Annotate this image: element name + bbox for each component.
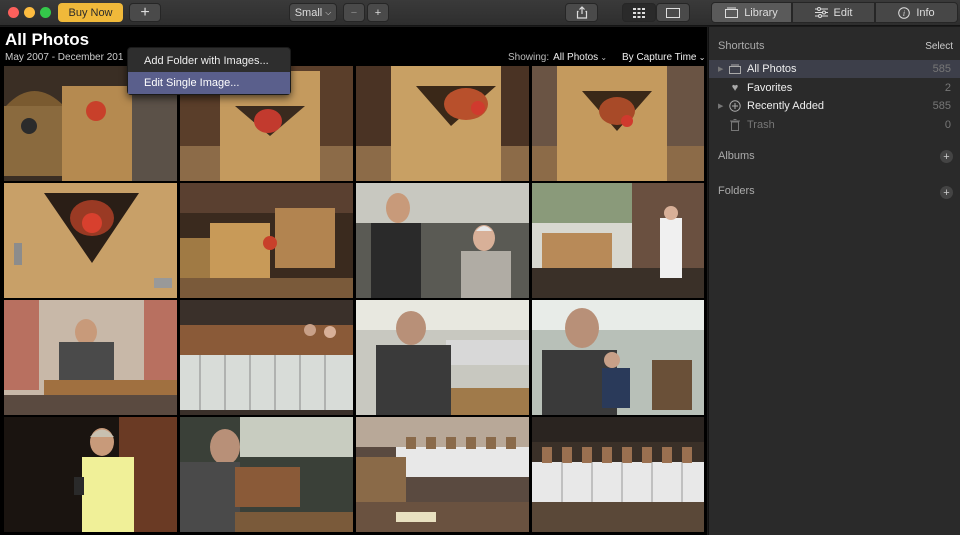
zoom-window-button[interactable] <box>40 7 51 18</box>
tab-info-label: Info <box>916 6 935 19</box>
thumbnail-size-select[interactable]: Small ⌵ <box>289 3 337 22</box>
photos-icon <box>729 63 741 75</box>
share-icon <box>576 6 587 19</box>
photo-thumbnail[interactable] <box>356 183 529 298</box>
photo-thumbnail[interactable] <box>532 300 704 415</box>
menu-item-edit-single-image[interactable]: Edit Single Image... <box>128 72 290 94</box>
photo-man-writing-icon <box>180 417 353 532</box>
add-menu: Add Folder with Images... Edit Single Im… <box>127 47 291 95</box>
add-album-button[interactable]: + <box>940 150 953 163</box>
photo-boxes-row-icon <box>356 417 529 532</box>
photo-thumbnail[interactable] <box>356 66 529 181</box>
zoom-in-button[interactable]: + <box>367 3 389 22</box>
photo-hall-icon <box>532 183 704 298</box>
photo-thumbnail[interactable] <box>356 417 529 532</box>
photo-man-writing-icon <box>356 300 529 415</box>
tab-info[interactable]: i Info <box>875 2 958 23</box>
photo-man-writing-icon <box>532 300 704 415</box>
item-count: 0 <box>944 119 951 131</box>
showing-value: All Photos <box>553 52 599 63</box>
photo-thumbnail[interactable] <box>356 300 529 415</box>
thumbnail-grid <box>4 66 706 532</box>
photo-thumbnail[interactable] <box>180 417 353 532</box>
close-window-button[interactable] <box>8 7 19 18</box>
add-button[interactable]: + <box>129 3 161 22</box>
minimize-window-button[interactable] <box>24 7 35 18</box>
single-view-button[interactable] <box>656 3 690 22</box>
showing-filter[interactable]: Showing: All Photos ⌄ <box>508 52 607 63</box>
photo-thumbnail[interactable] <box>4 183 177 298</box>
chevron-down-icon: ⌵ <box>325 7 332 17</box>
library-icon <box>725 7 739 18</box>
item-count: 585 <box>932 63 951 75</box>
item-count: 2 <box>944 82 951 94</box>
photo-grid-area: All Photos May 2007 - December 201 Showi… <box>0 27 707 535</box>
sidebar-item-all-photos[interactable]: ▶ All Photos 585 <box>709 60 960 78</box>
sidebar-item-label: Recently Added <box>747 100 825 112</box>
photo-thumbnail[interactable] <box>4 300 177 415</box>
heart-icon: ♥ <box>731 82 739 94</box>
sidebar-item-favorites[interactable]: ♥ Favorites 2 <box>709 79 960 97</box>
photo-shelves-icon <box>180 300 353 415</box>
photo-thumbnail[interactable] <box>180 183 353 298</box>
sidebar-item-recently-added[interactable]: ▶ Recently Added 585 <box>709 97 960 115</box>
trash-icon <box>729 119 741 131</box>
chevron-down-icon: ⌄ <box>696 53 706 62</box>
sliders-icon <box>814 7 828 18</box>
disclosure-arrow-icon[interactable]: ▶ <box>718 65 723 73</box>
photo-rooster-box-icon <box>356 66 529 181</box>
plus-circle-icon <box>729 100 741 112</box>
photo-crates-icon <box>180 183 353 298</box>
photo-man-seated-icon <box>4 300 177 415</box>
disclosure-arrow-icon[interactable]: ▶ <box>718 102 723 110</box>
info-icon: i <box>898 6 911 19</box>
photo-thumbnail[interactable] <box>532 66 704 181</box>
svg-text:i: i <box>903 9 905 18</box>
tab-library[interactable]: Library <box>711 2 792 23</box>
thumbnail-size-label: Small <box>294 6 323 19</box>
photo-thumbnail[interactable] <box>532 183 704 298</box>
folders-heading: Folders <box>718 185 755 197</box>
sidebar-item-label: Trash <box>747 119 775 131</box>
sidebar-item-label: All Photos <box>747 63 797 75</box>
chevron-down-icon: ⌄ <box>598 53 608 62</box>
photo-woman-phone-icon <box>4 417 177 532</box>
sort-label: By Capture Time <box>622 52 697 63</box>
tab-library-label: Library <box>744 6 778 19</box>
toolbar: Buy Now + Small ⌵ − + Library Edit i Inf… <box>0 0 960 26</box>
plus-icon: + <box>943 150 950 163</box>
share-button[interactable] <box>565 3 598 22</box>
shortcuts-heading: Shortcuts <box>718 40 765 52</box>
grid-icon <box>633 7 645 18</box>
plus-icon: + <box>943 186 950 199</box>
sidebar-item-trash[interactable]: Trash 0 <box>709 116 960 134</box>
photo-thumbnail[interactable] <box>4 417 177 532</box>
buy-now-button[interactable]: Buy Now <box>58 3 123 22</box>
page-title: All Photos <box>5 30 90 49</box>
albums-heading: Albums <box>718 150 755 162</box>
date-range: May 2007 - December 201 <box>5 52 124 63</box>
item-count: 585 <box>932 100 951 112</box>
tab-edit[interactable]: Edit <box>792 2 875 23</box>
zoom-out-button[interactable]: − <box>343 3 365 22</box>
photo-men-talking-icon <box>356 183 529 298</box>
showing-label: Showing: <box>508 52 550 63</box>
grid-view-button[interactable] <box>622 3 656 22</box>
photo-rooster-box-icon <box>532 66 704 181</box>
photo-thumbnail[interactable] <box>180 300 353 415</box>
single-image-icon <box>666 7 680 18</box>
tab-edit-label: Edit <box>833 6 853 19</box>
sidebar: Shortcuts Select ▶ All Photos 585 ♥ Favo… <box>708 27 960 535</box>
add-folder-button[interactable]: + <box>940 186 953 199</box>
sidebar-item-label: Favorites <box>747 82 793 94</box>
select-link[interactable]: Select <box>925 41 953 52</box>
menu-item-add-folder[interactable]: Add Folder with Images... <box>128 50 290 72</box>
photo-rooster-closeup-icon <box>4 183 177 298</box>
photo-boxes-row-icon <box>532 417 704 532</box>
sort-select[interactable]: By Capture Time ⌄ <box>622 52 705 63</box>
photo-thumbnail[interactable] <box>532 417 704 532</box>
app-window: Buy Now + Small ⌵ − + Library Edit i Inf… <box>0 0 960 535</box>
